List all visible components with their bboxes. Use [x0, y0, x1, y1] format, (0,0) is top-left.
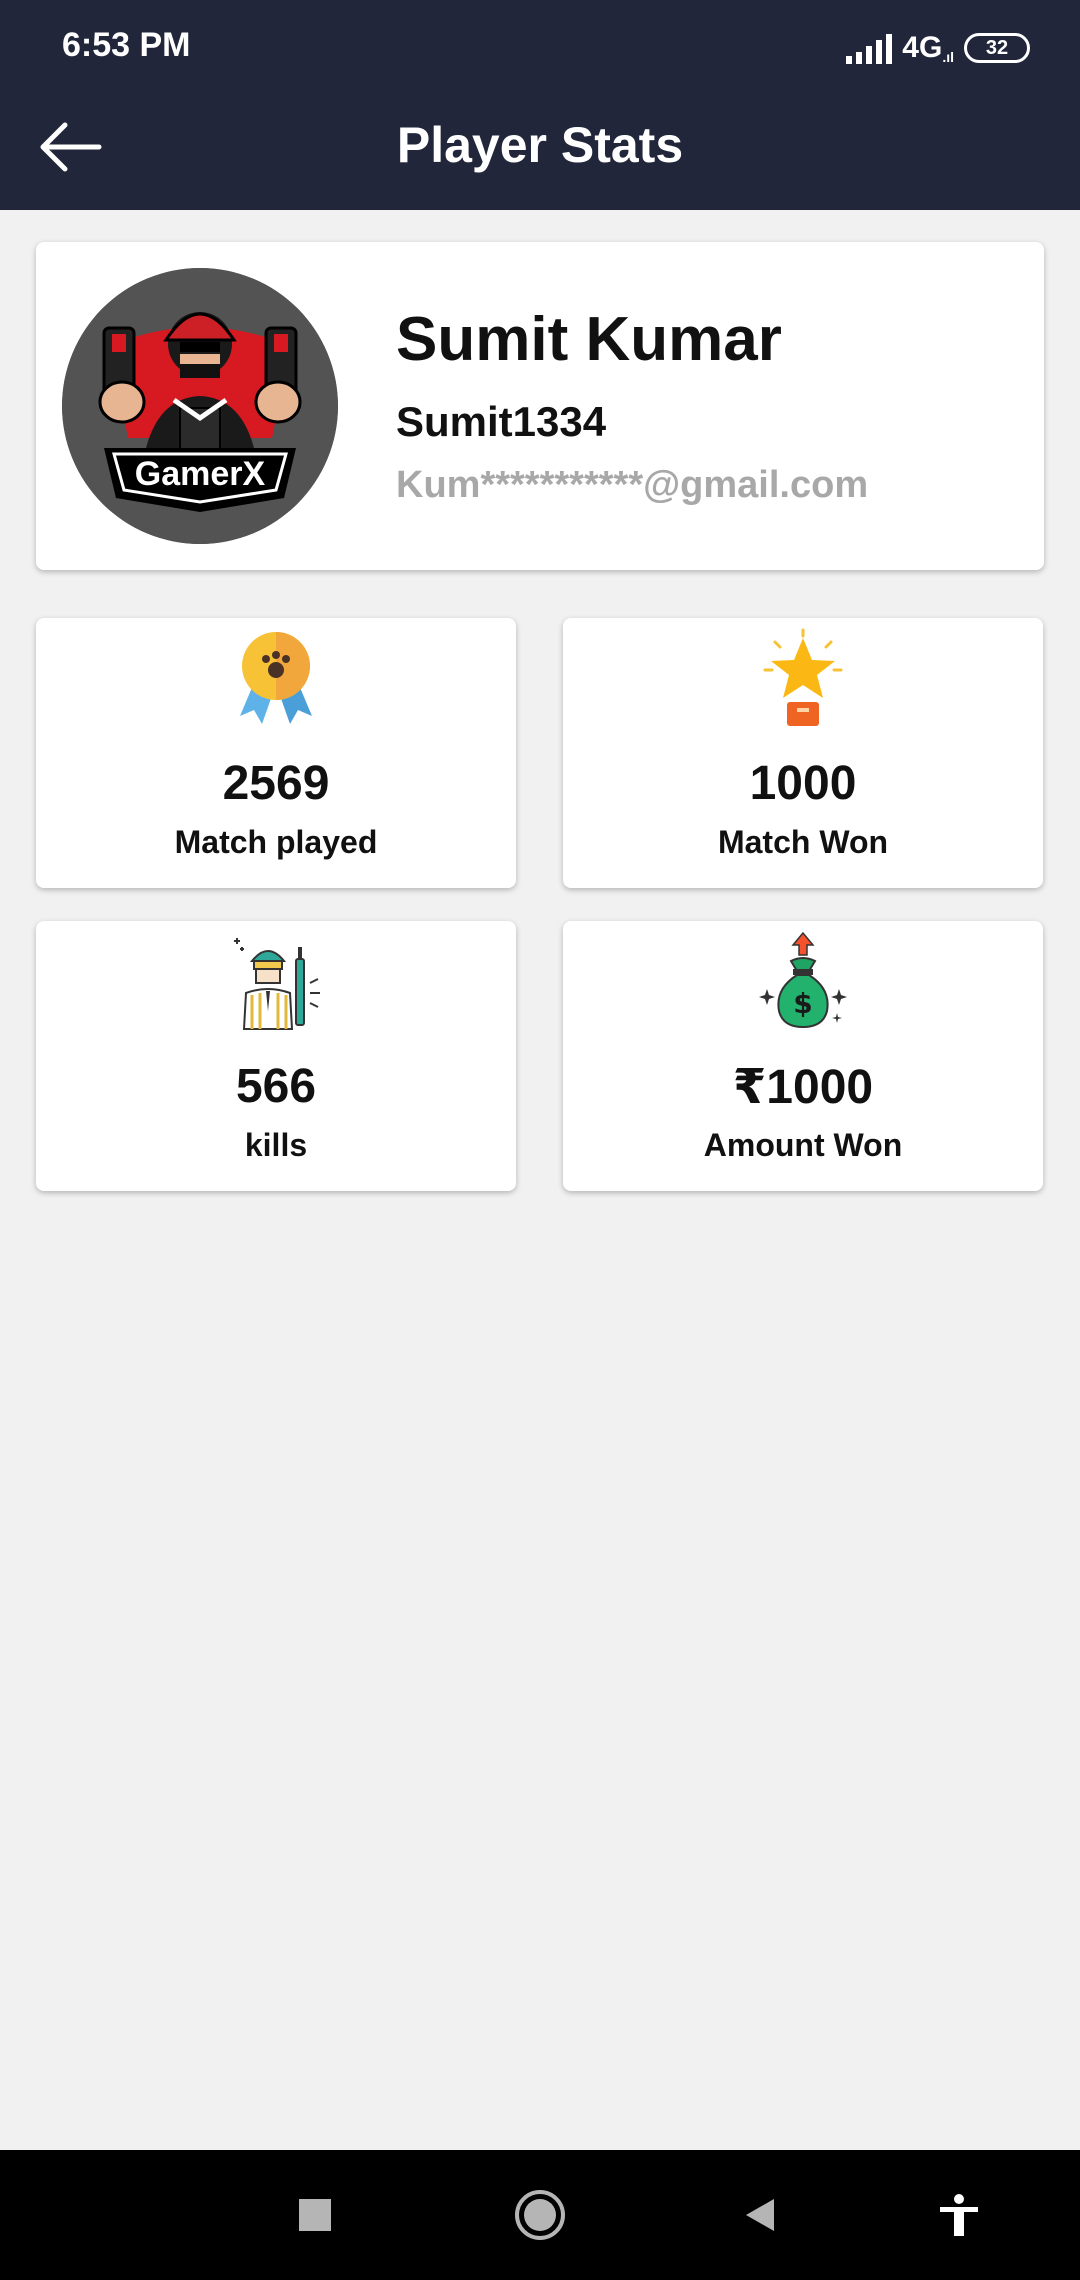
system-nav-bar	[0, 2150, 1080, 2280]
svg-text:$: $	[793, 987, 812, 1020]
stat-card-amount-won: $ ₹1000 Amount Won	[563, 921, 1043, 1191]
back-nav-button[interactable]	[725, 2180, 795, 2250]
player-username: Sumit1334	[396, 398, 607, 445]
accessibility-button[interactable]	[924, 2180, 994, 2250]
stat-card-kills: 566 kills	[36, 921, 516, 1191]
battery-icon: 32	[964, 33, 1030, 63]
avatar: GamerX	[62, 268, 338, 544]
circle-icon	[515, 2190, 565, 2240]
money-bag-icon: $	[759, 931, 847, 1029]
page-title: Player Stats	[396, 117, 684, 173]
home-button[interactable]	[505, 2180, 575, 2250]
stat-label: Amount Won	[703, 1127, 903, 1163]
stat-value: ₹1000	[732, 1061, 874, 1114]
soldier-icon	[234, 938, 320, 1030]
accessibility-icon	[940, 2194, 978, 2236]
player-email: Kum***********@gmail.com	[396, 464, 869, 506]
square-icon	[299, 2199, 331, 2231]
network-type: 4G.ıl	[902, 31, 954, 65]
medal-icon	[240, 632, 312, 724]
avatar-text: GamerX	[135, 455, 266, 493]
profile-card: GamerX Sumit Kumar Sumit1334 Kum********…	[36, 242, 1044, 570]
stat-card-matches-played: 2569 Match played	[36, 618, 516, 888]
stat-value: 566	[235, 1060, 317, 1113]
signal-icon	[846, 32, 893, 64]
stat-label: Match Won	[717, 824, 889, 860]
stat-label: kills	[244, 1127, 308, 1163]
player-name: Sumit Kumar	[396, 305, 782, 374]
stat-value: 2569	[222, 757, 330, 810]
status-time: 6:53 PM	[62, 26, 191, 64]
recents-button[interactable]	[280, 2180, 350, 2250]
star-trophy-icon	[763, 628, 843, 726]
gamer-logo-icon: GamerX	[62, 268, 338, 544]
stat-card-matches-won: 1000 Match Won	[563, 618, 1043, 888]
status-indicators: 4G.ıl 32	[846, 26, 1030, 70]
stat-label: Match played	[174, 824, 378, 860]
app-header: 6:53 PM 4G.ıl 32 Player Stats	[0, 0, 1080, 210]
battery-level: 32	[985, 36, 1009, 59]
stat-value: 1000	[749, 757, 857, 810]
triangle-back-icon	[746, 2199, 774, 2231]
